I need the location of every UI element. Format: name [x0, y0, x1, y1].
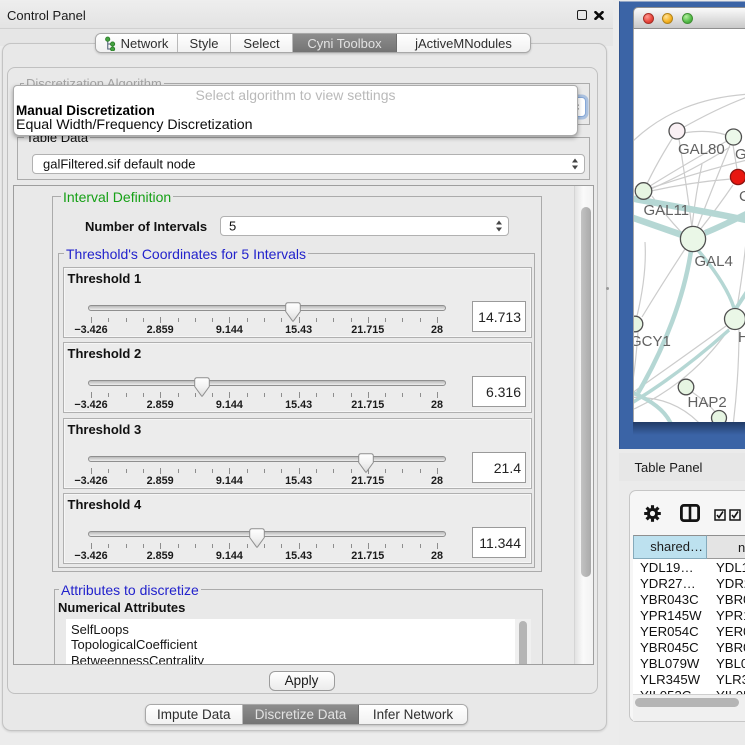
svg-text:H: H	[738, 329, 745, 346]
svg-text:C: C	[739, 188, 745, 205]
svg-text:GAL11: GAL11	[644, 202, 690, 219]
svg-text:GCY1: GCY1	[634, 333, 671, 350]
svg-text:GAL4: GAL4	[695, 253, 733, 270]
svg-text:GA: GA	[735, 146, 745, 163]
svg-text:HAP2: HAP2	[688, 394, 727, 411]
svg-text:GAL80: GAL80	[678, 141, 725, 158]
